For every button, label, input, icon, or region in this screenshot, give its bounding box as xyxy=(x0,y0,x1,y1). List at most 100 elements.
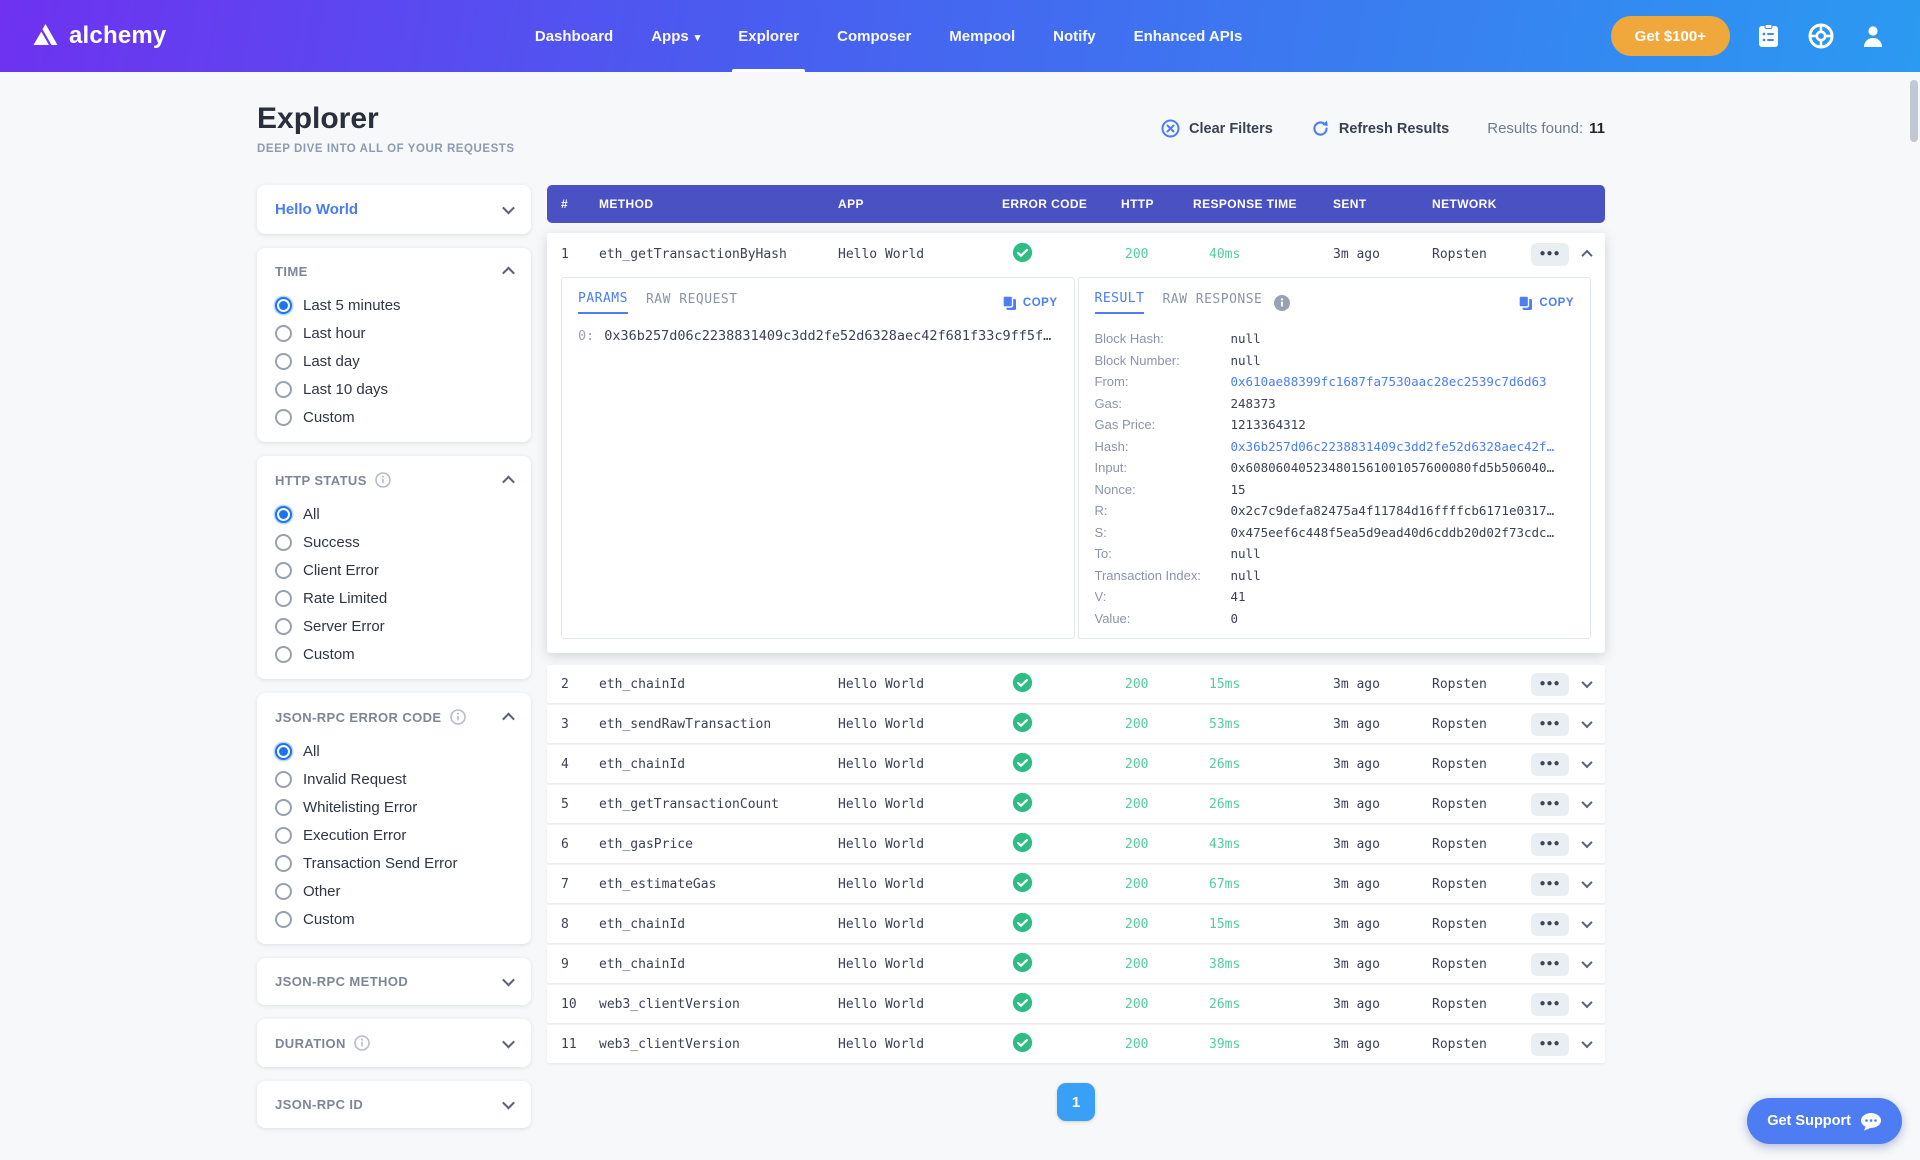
row-menu-button[interactable]: ●●● xyxy=(1531,872,1569,896)
row-menu-button[interactable]: ●●● xyxy=(1531,912,1569,936)
alchemy-logo-icon xyxy=(33,24,58,45)
app-filter-select[interactable]: Hello World xyxy=(257,185,531,234)
get-credit-button[interactable]: Get $100+ xyxy=(1610,16,1730,56)
radio-option[interactable]: Last 10 days xyxy=(275,381,513,398)
radio-option[interactable]: Transaction Send Error xyxy=(275,855,513,872)
tab-result[interactable]: RESULT xyxy=(1094,291,1145,314)
radio-option[interactable]: Rate Limited xyxy=(275,590,513,607)
user-icon[interactable] xyxy=(1860,23,1886,49)
radio-option[interactable]: Last 5 minutes xyxy=(275,297,513,314)
radio-option[interactable]: Invalid Request xyxy=(275,771,513,788)
tab-params[interactable]: PARAMS xyxy=(578,291,628,314)
brand[interactable]: alchemy xyxy=(32,0,166,72)
radio-option[interactable]: Execution Error xyxy=(275,827,513,844)
row-menu-button[interactable]: ●●● xyxy=(1531,672,1569,696)
info-icon xyxy=(374,472,391,488)
row-menu-button[interactable]: ●●● xyxy=(1531,242,1569,266)
chevron-down-icon[interactable] xyxy=(1581,756,1593,769)
table-row[interactable]: 10 web3_clientVersion Hello World 200 26… xyxy=(547,985,1605,1023)
table-row[interactable]: 6 eth_gasPrice Hello World 200 43ms 3m a… xyxy=(547,825,1605,863)
nav-item[interactable]: Enhanced APIs ▾ xyxy=(1122,0,1255,72)
row-menu-button[interactable]: ●●● xyxy=(1531,992,1569,1016)
get-support-button[interactable]: Get Support xyxy=(1747,1098,1902,1144)
help-ring-icon[interactable] xyxy=(1808,23,1834,49)
duration-filter-header[interactable]: DURATION xyxy=(257,1019,531,1067)
table-row[interactable]: 7 eth_estimateGas Hello World 200 67ms 3… xyxy=(547,865,1605,903)
nav-item[interactable]: Explorer ▾ xyxy=(726,0,811,72)
row-menu-button[interactable]: ●●● xyxy=(1531,832,1569,856)
row-menu-button[interactable]: ●●● xyxy=(1531,792,1569,816)
table-row[interactable]: 8 eth_chainId Hello World 200 15ms 3m ag… xyxy=(547,905,1605,943)
radio-option[interactable]: Client Error xyxy=(275,562,513,579)
chevron-up-icon[interactable] xyxy=(1581,249,1593,262)
results-toolbar: Clear Filters Refresh Results Results fo… xyxy=(1161,119,1605,138)
clear-filters-button[interactable]: Clear Filters xyxy=(1161,119,1273,138)
row-method: eth_chainId xyxy=(599,676,686,692)
row-sent: 3m ago xyxy=(1333,756,1380,772)
page-body: Explorer DEEP DIVE INTO ALL OF YOUR REQU… xyxy=(0,72,1920,1128)
nav-item[interactable]: Notify ▾ xyxy=(1041,0,1108,72)
copy-response-button[interactable]: COPY xyxy=(1518,294,1574,311)
table-row[interactable]: 11 web3_clientVersion Hello World 200 39… xyxy=(547,1025,1605,1063)
row-menu-button[interactable]: ●●● xyxy=(1531,1032,1569,1056)
table-row[interactable]: 2 eth_chainId Hello World 200 15ms 3m ag… xyxy=(547,665,1605,703)
table-row[interactable]: 3 eth_sendRawTransaction Hello World 200… xyxy=(547,705,1605,743)
radio-option[interactable]: All xyxy=(275,506,513,523)
expanded-request-row: 1 eth_getTransactionByHash Hello World 2… xyxy=(547,233,1605,653)
jsonrpc-id-filter-header[interactable]: JSON-RPC ID xyxy=(257,1081,531,1128)
radio-option[interactable]: All xyxy=(275,743,513,760)
result-field: From: 0x610ae88399fc1687fa7530aac28ec253… xyxy=(1095,371,1575,393)
jsonrpc-method-filter-header[interactable]: JSON-RPC METHOD xyxy=(257,958,531,1005)
radio-option[interactable]: Last hour xyxy=(275,325,513,342)
nav-item[interactable]: Mempool ▾ xyxy=(937,0,1027,72)
table-row[interactable]: 5 eth_getTransactionCount Hello World 20… xyxy=(547,785,1605,823)
row-method: eth_chainId xyxy=(599,956,686,972)
http-status-filter-header[interactable]: HTTP STATUS xyxy=(257,456,531,504)
row-menu-button[interactable]: ●●● xyxy=(1531,952,1569,976)
row-http-status: 200 xyxy=(1125,1036,1149,1052)
nav-item[interactable]: Apps ▾ xyxy=(639,0,712,72)
scrollbar[interactable] xyxy=(1910,80,1918,142)
radio-icon xyxy=(275,409,292,426)
chevron-down-icon[interactable] xyxy=(1581,716,1593,729)
jsonrpc-error-filter-card: JSON-RPC ERROR CODE All Invalid Request … xyxy=(257,693,531,944)
radio-option[interactable]: Other xyxy=(275,883,513,900)
row-menu-button[interactable]: ●●● xyxy=(1531,712,1569,736)
table-row[interactable]: 1 eth_getTransactionByHash Hello World 2… xyxy=(547,233,1605,275)
http-status-filter-card: HTTP STATUS All Success Client Error Rat… xyxy=(257,456,531,679)
page-1-button[interactable]: 1 xyxy=(1057,1083,1095,1121)
chevron-down-icon[interactable] xyxy=(1581,676,1593,689)
chevron-down-icon[interactable] xyxy=(1581,796,1593,809)
time-filter-header[interactable]: TIME xyxy=(257,248,531,295)
nav-item[interactable]: Dashboard ▾ xyxy=(523,0,625,72)
copy-request-button[interactable]: COPY xyxy=(1002,294,1058,311)
chevron-down-icon[interactable] xyxy=(1581,956,1593,969)
radio-option[interactable]: Server Error xyxy=(275,618,513,635)
row-sent: 3m ago xyxy=(1333,1036,1380,1052)
tab-raw-request[interactable]: RAW REQUEST xyxy=(646,292,738,313)
radio-option[interactable]: Success xyxy=(275,534,513,551)
row-number: 10 xyxy=(561,996,577,1012)
billing-icon[interactable] xyxy=(1756,23,1782,49)
row-number: 4 xyxy=(561,756,569,772)
chevron-down-icon[interactable] xyxy=(1581,1036,1593,1049)
radio-option[interactable]: Whitelisting Error xyxy=(275,799,513,816)
table-row[interactable]: 9 eth_chainId Hello World 200 38ms 3m ag… xyxy=(547,945,1605,983)
success-check-icon xyxy=(1012,992,1033,1013)
table-row[interactable]: 4 eth_chainId Hello World 200 26ms 3m ag… xyxy=(547,745,1605,783)
nav-item[interactable]: Composer ▾ xyxy=(825,0,923,72)
chevron-down-icon[interactable] xyxy=(1581,996,1593,1009)
brand-name: alchemy xyxy=(69,22,167,49)
radio-option[interactable]: Last day xyxy=(275,353,513,370)
row-method: eth_getTransactionCount xyxy=(599,796,780,812)
radio-option[interactable]: Custom xyxy=(275,409,513,426)
radio-option[interactable]: Custom xyxy=(275,911,513,928)
refresh-results-button[interactable]: Refresh Results xyxy=(1311,119,1449,138)
chevron-down-icon[interactable] xyxy=(1581,876,1593,889)
row-menu-button[interactable]: ●●● xyxy=(1531,752,1569,776)
jsonrpc-error-filter-header[interactable]: JSON-RPC ERROR CODE xyxy=(257,693,531,741)
chevron-down-icon[interactable] xyxy=(1581,916,1593,929)
chevron-down-icon[interactable] xyxy=(1581,836,1593,849)
tab-raw-response[interactable]: RAW RESPONSE xyxy=(1162,292,1262,313)
radio-option[interactable]: Custom xyxy=(275,646,513,663)
